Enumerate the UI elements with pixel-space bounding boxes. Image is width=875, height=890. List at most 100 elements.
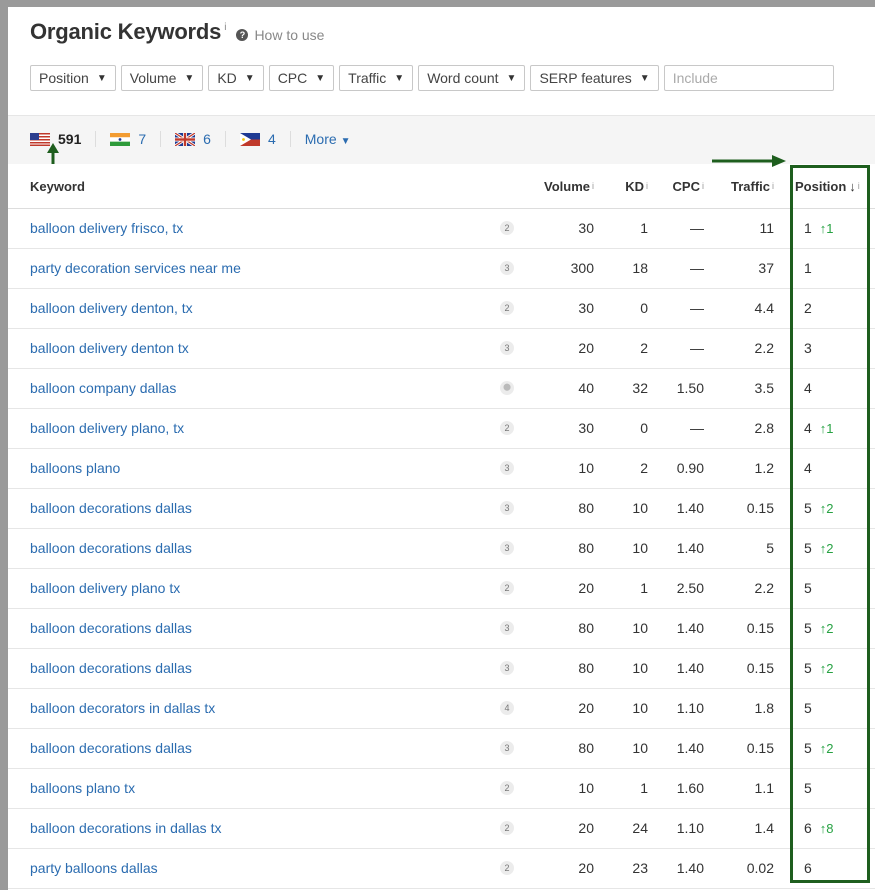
cpc-cell: 1.40: [676, 660, 704, 676]
serp-features-badge[interactable]: 3: [500, 448, 514, 488]
keyword-link[interactable]: balloon delivery plano tx: [30, 568, 180, 608]
country-count-india: 7: [138, 131, 147, 147]
title-info-icon[interactable]: i: [224, 22, 226, 33]
serp-features-badge[interactable]: 4: [500, 688, 514, 728]
serp-features-badge[interactable]: 3: [500, 248, 514, 288]
volume-cell: 10: [578, 780, 594, 796]
position-value: 5: [804, 780, 812, 796]
cpc-cell: —: [690, 220, 704, 236]
keyword-link[interactable]: party balloons dallas: [30, 848, 158, 888]
serp-features-badge[interactable]: 2: [500, 768, 514, 808]
more-countries-dropdown[interactable]: More ▼: [305, 131, 351, 147]
filter-position[interactable]: Position ▼: [30, 65, 116, 91]
cpc-cell: 1.60: [676, 780, 704, 796]
kd-cell: 2: [640, 340, 648, 356]
filter-volume[interactable]: Volume ▼: [120, 65, 204, 91]
keyword-link[interactable]: balloon decorations dallas: [30, 528, 192, 568]
keyword-link[interactable]: balloons plano tx: [30, 768, 135, 808]
table-row: party decoration services near me 3 300 18 —…: [8, 248, 875, 289]
keyword-link[interactable]: balloon decorators in dallas tx: [30, 688, 215, 728]
kd-cell: 10: [632, 700, 648, 716]
serp-features-badge[interactable]: 3: [500, 488, 514, 528]
column-traffic[interactable]: Traffic i: [720, 164, 774, 208]
annotation-arrow-right: [712, 155, 786, 167]
cpc-info-icon[interactable]: i: [702, 181, 704, 191]
serp-features-badge[interactable]: 3: [500, 648, 514, 688]
position-change-up: ↑2: [819, 620, 834, 636]
filter-kd[interactable]: KD ▼: [208, 65, 264, 91]
serp-features-badge[interactable]: 2: [500, 568, 514, 608]
position-cell: 5 ↑2: [804, 528, 864, 568]
country-tab-india[interactable]: 7: [110, 131, 162, 147]
keyword-link[interactable]: balloon decorations in dallas tx: [30, 808, 221, 848]
keyword-link[interactable]: balloon delivery denton, tx: [30, 288, 193, 328]
position-cell: 4 ↑1: [804, 408, 864, 448]
keyword-link[interactable]: balloons plano: [30, 448, 120, 488]
serp-features-badge[interactable]: 2: [500, 208, 514, 248]
keyword-link[interactable]: balloon delivery denton tx: [30, 328, 189, 368]
serp-count: 3: [500, 461, 514, 475]
traffic-cell: 5: [766, 540, 774, 556]
serp-features-badge[interactable]: ⬤: [500, 368, 514, 408]
filter-word-count[interactable]: Word count ▼: [418, 65, 526, 91]
position-value: 5: [804, 620, 812, 636]
position-info-icon[interactable]: i: [858, 181, 860, 191]
kd-cell: 18: [632, 260, 648, 276]
cpc-cell: 2.50: [676, 580, 704, 596]
serp-features-badge[interactable]: 3: [500, 328, 514, 368]
table-header: Keyword Volume i KD i CPC i Traffic i Positi…: [8, 164, 875, 209]
volume-cell: 20: [578, 860, 594, 876]
cpc-cell: 1.40: [676, 500, 704, 516]
serp-features-badge[interactable]: 2: [500, 848, 514, 888]
how-to-use-link[interactable]: ? How to use: [236, 27, 324, 43]
traffic-cell: 37: [758, 260, 774, 276]
serp-features-badge[interactable]: 2: [500, 808, 514, 848]
keyword-link[interactable]: party decoration services near me: [30, 248, 241, 288]
position-change-up: ↑2: [819, 740, 834, 756]
country-tab-us[interactable]: 591: [30, 131, 97, 147]
position-value: 1: [804, 260, 812, 276]
serp-features-badge[interactable]: 3: [500, 608, 514, 648]
filter-serp-features[interactable]: SERP features ▼: [530, 65, 659, 91]
position-cell: 3: [804, 328, 864, 368]
kd-info-icon[interactable]: i: [646, 181, 648, 191]
keyword-link[interactable]: balloon company dallas: [30, 368, 176, 408]
column-position[interactable]: Position ↓ i: [795, 164, 860, 208]
volume-info-icon[interactable]: i: [592, 181, 594, 191]
serp-count: 3: [500, 501, 514, 515]
caret-down-icon: ▼: [244, 72, 255, 84]
filter-cpc[interactable]: CPC ▼: [268, 65, 335, 91]
traffic-info-icon[interactable]: i: [772, 181, 774, 191]
title-row: Organic Keywords i ? How to use: [30, 19, 324, 45]
keyword-link[interactable]: balloon decorations dallas: [30, 728, 192, 768]
serp-features-badge[interactable]: 2: [500, 408, 514, 448]
table-row: balloon decorators in dallas tx 4 20 10 1.10…: [8, 688, 875, 729]
keyword-link[interactable]: balloon decorations dallas: [30, 648, 192, 688]
serp-features-badge[interactable]: 2: [500, 288, 514, 328]
keyword-link[interactable]: balloon delivery plano, tx: [30, 408, 184, 448]
column-cpc[interactable]: CPC i: [660, 164, 704, 208]
kd-cell: 10: [632, 660, 648, 676]
column-kd[interactable]: KD i: [608, 164, 648, 208]
country-tab-philippines[interactable]: 4: [239, 131, 291, 147]
uk-flag-icon: [175, 132, 196, 146]
traffic-cell: 1.1: [754, 780, 774, 796]
serp-count: 3: [500, 541, 514, 555]
column-volume[interactable]: Volume i: [538, 164, 594, 208]
traffic-cell: 2.8: [754, 420, 774, 436]
keyword-link[interactable]: balloon decorations dallas: [30, 488, 192, 528]
serp-features-badge[interactable]: 3: [500, 728, 514, 768]
filter-traffic[interactable]: Traffic ▼: [339, 65, 414, 91]
column-keyword[interactable]: Keyword: [30, 164, 85, 208]
include-input[interactable]: Include: [663, 65, 834, 91]
keyword-link[interactable]: balloon decorations dallas: [30, 608, 192, 648]
keyword-link[interactable]: balloon delivery frisco, tx: [30, 208, 183, 248]
volume-cell: 30: [578, 300, 594, 316]
traffic-cell: 1.4: [754, 820, 774, 836]
serp-features-badge[interactable]: 3: [500, 528, 514, 568]
caret-down-icon: ▼: [184, 72, 195, 84]
traffic-cell: 1.2: [754, 460, 774, 476]
kd-cell: 32: [632, 380, 648, 396]
country-tab-uk[interactable]: 6: [175, 131, 226, 147]
traffic-cell: 0.02: [746, 860, 774, 876]
